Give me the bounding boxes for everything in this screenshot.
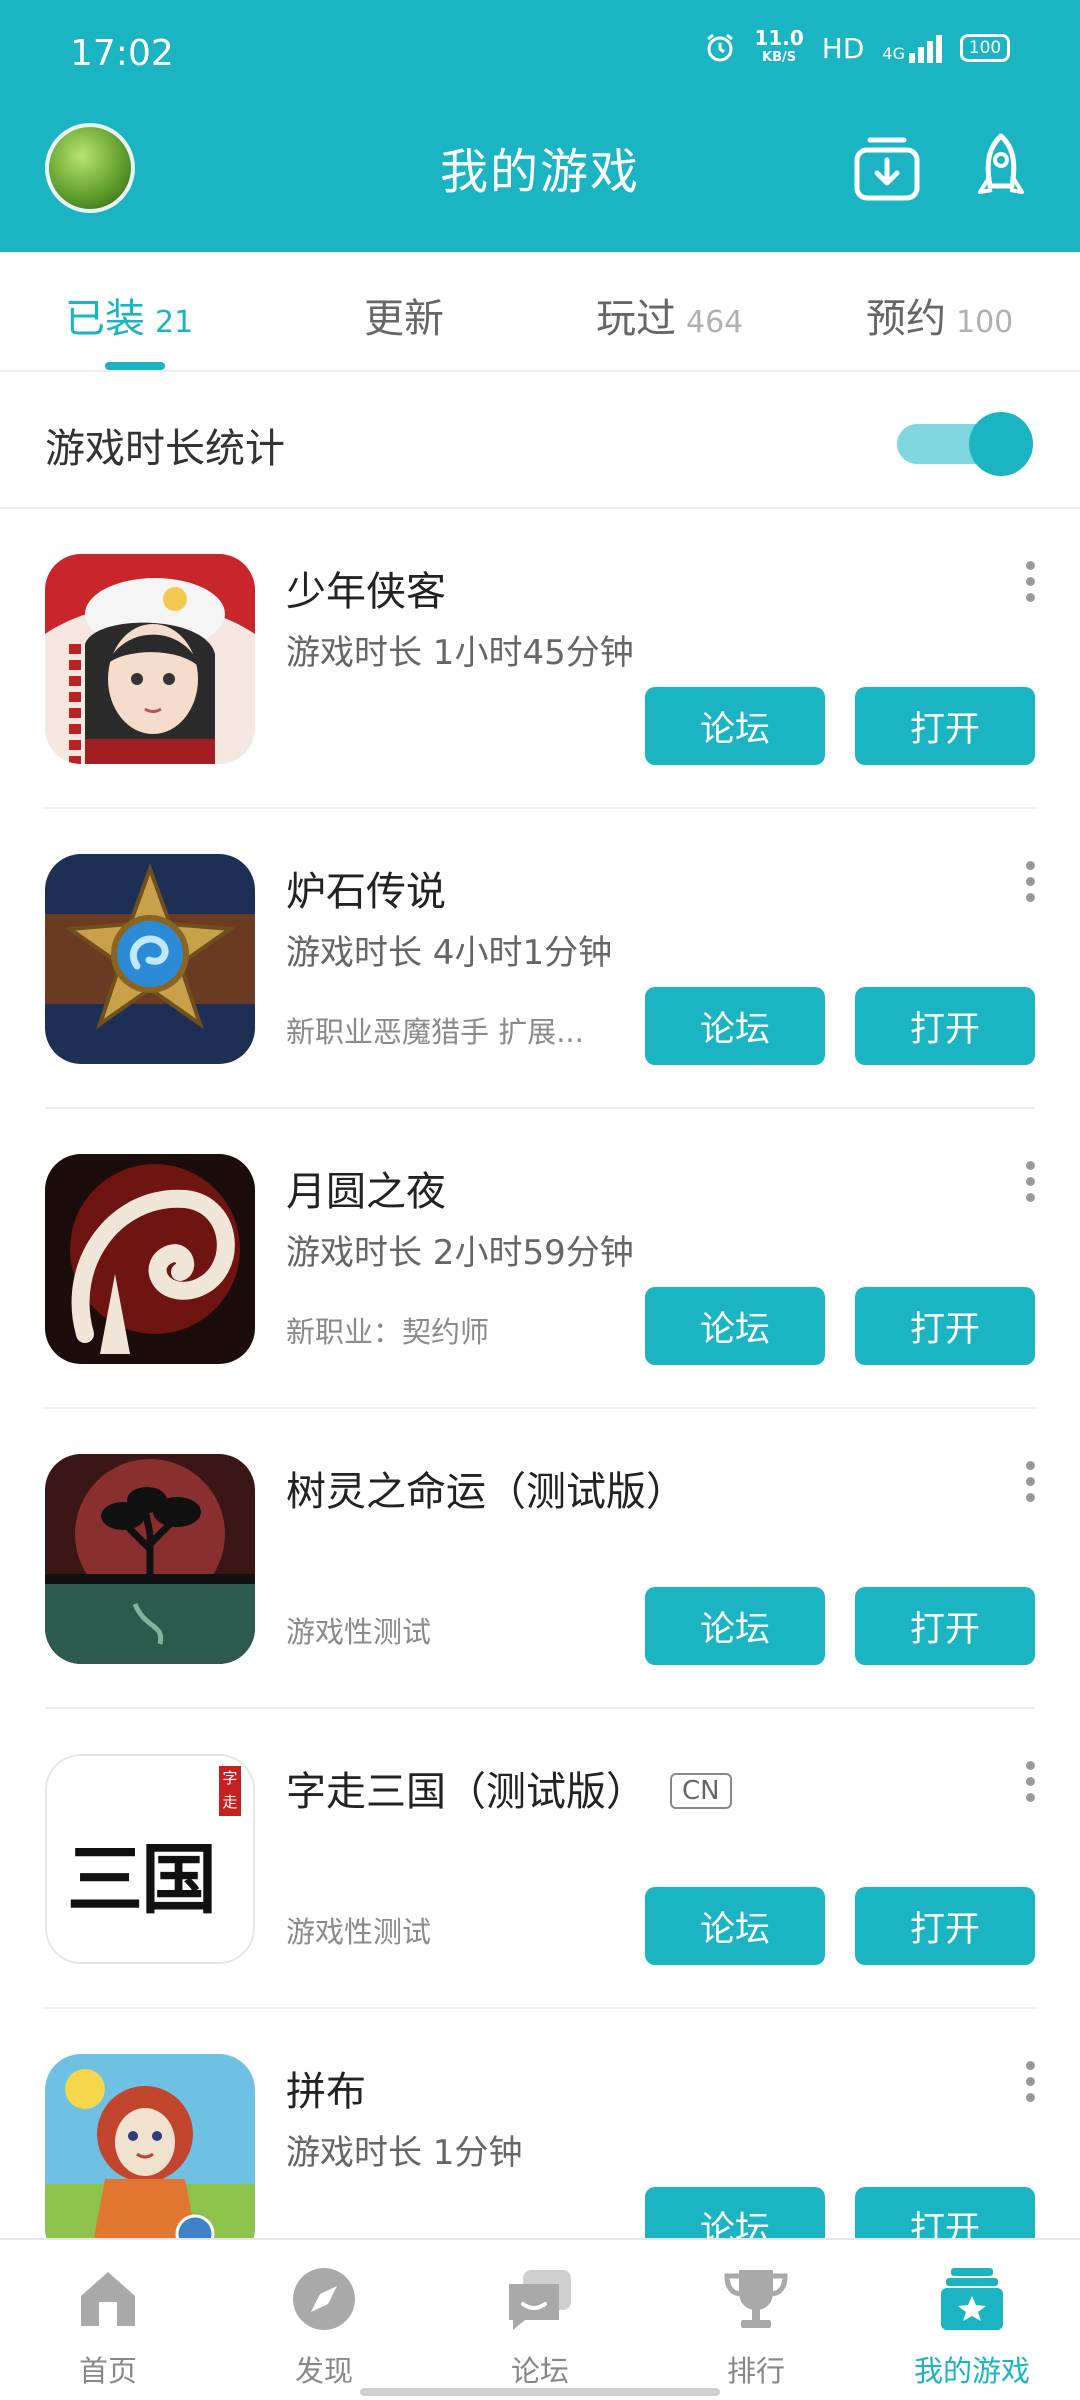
game-playtime: 游戏时长 2小时59分钟 — [286, 1233, 634, 1273]
tab-count: 21 — [155, 305, 194, 340]
tab-played[interactable]: 玩过 464 — [596, 286, 743, 344]
tab-updates[interactable]: 更新 — [364, 286, 444, 344]
rocket-icon[interactable] — [966, 132, 1036, 204]
app-header: 17:02 11.0 KB/S HD 4G 100 我的游戏 — [0, 0, 1080, 252]
net-speed: 11.0 KB/S — [754, 28, 803, 68]
forum-button[interactable]: 论坛 — [645, 687, 825, 765]
open-button[interactable]: 打开 — [855, 1287, 1035, 1365]
nav-forum[interactable]: 论坛 — [470, 2264, 610, 2390]
tab-installed[interactable]: 已装 21 — [65, 286, 193, 344]
game-name: 少年侠客 — [286, 569, 446, 615]
game-name: 月圆之夜 — [286, 1169, 446, 1215]
game-description: 新职业恶魔猎手 扩展... — [286, 1015, 584, 1049]
bottom-navigation: 首页 发现 论坛 排行 我的游戏 — [0, 2238, 1080, 2400]
game-name: 树灵之命运（测试版） — [286, 1469, 686, 1515]
game-name-text: 字走三国（测试版） — [286, 1769, 646, 1815]
open-button[interactable]: 打开 — [855, 987, 1035, 1065]
tab-label: 玩过 — [596, 296, 676, 342]
status-time: 17:02 — [70, 33, 174, 74]
download-manager-icon[interactable] — [852, 132, 922, 204]
battery-level: 100 — [968, 38, 1002, 58]
list-item: 少年侠客 游戏时长 1小时45分钟 论坛 打开 — [0, 509, 1080, 809]
open-button[interactable]: 打开 — [855, 687, 1035, 765]
hd-indicator: HD — [821, 31, 865, 65]
game-description: 游戏性测试 — [286, 1615, 432, 1649]
more-options-icon[interactable] — [1020, 1161, 1040, 1209]
list-item: 炉石传说 游戏时长 4小时1分钟 新职业恶魔猎手 扩展... 论坛 打开 — [0, 809, 1080, 1109]
forum-button[interactable]: 论坛 — [645, 1287, 825, 1365]
more-options-icon[interactable] — [1020, 861, 1040, 909]
forum-button[interactable]: 论坛 — [645, 1887, 825, 1965]
hearthstone-icon[interactable] — [45, 854, 255, 1064]
tab-indicator — [105, 362, 165, 370]
status-icons: 11.0 KB/S HD 4G 100 — [704, 28, 1010, 68]
nav-label: 发现 — [294, 2354, 353, 2388]
nav-label: 首页 — [78, 2354, 137, 2388]
game-description: 游戏性测试 — [286, 1915, 432, 1949]
nav-label: 论坛 — [510, 2354, 569, 2388]
home-icon — [81, 2272, 135, 2326]
nav-my-games[interactable]: 我的游戏 — [902, 2264, 1042, 2390]
tab-label: 预约 — [866, 296, 946, 342]
tab-count: 464 — [686, 305, 744, 340]
trophy-icon — [724, 2270, 788, 2328]
status-bar: 17:02 11.0 KB/S HD 4G 100 — [0, 0, 1080, 110]
list-item: 月圆之夜 游戏时长 2小时59分钟 新职业：契约师 论坛 打开 — [0, 1109, 1080, 1409]
forum-button[interactable]: 论坛 — [645, 987, 825, 1065]
nav-ranking[interactable]: 排行 — [686, 2264, 826, 2390]
more-options-icon[interactable] — [1020, 1761, 1040, 1809]
list-item: 树灵之命运（测试版） 游戏性测试 论坛 打开 — [0, 1409, 1080, 1709]
tab-label: 更新 — [364, 296, 444, 342]
net-speed-value: 11.0 — [754, 26, 804, 50]
game-playtime: 游戏时长 1小时45分钟 — [286, 633, 634, 673]
list-item: 三国 字走 字走三国（测试版） CN 游戏性测试 论坛 打开 — [0, 1709, 1080, 2009]
tree-spirit-icon[interactable] — [45, 1454, 255, 1664]
network-type: 4G — [882, 44, 905, 63]
region-tag: CN — [670, 1773, 732, 1809]
game-name: 炉石传说 — [286, 869, 446, 915]
sanguo-icon[interactable]: 三国 字走 — [45, 1754, 255, 1964]
open-button[interactable]: 打开 — [855, 1587, 1035, 1665]
playtime-stats-label: 游戏时长统计 — [45, 426, 285, 472]
more-options-icon[interactable] — [1020, 561, 1040, 609]
nav-label: 排行 — [726, 2354, 785, 2388]
forum-icon — [509, 2270, 571, 2330]
full-moon-night-icon[interactable] — [45, 1154, 255, 1364]
signal-icon: 4G — [882, 33, 942, 63]
home-indicator[interactable] — [360, 2388, 720, 2396]
nav-label: 我的游戏 — [913, 2354, 1030, 2388]
compass-icon — [293, 2268, 355, 2330]
net-speed-unit: KB/S — [762, 50, 797, 65]
open-button[interactable]: 打开 — [855, 1887, 1035, 1965]
game-playtime: 游戏时长 4小时1分钟 — [286, 933, 613, 973]
patchwork-icon[interactable] — [45, 2054, 255, 2264]
game-name: 拼布 — [286, 2069, 366, 2115]
alarm-icon — [707, 33, 734, 62]
more-options-icon[interactable] — [1020, 2061, 1040, 2109]
playtime-stats-toggle[interactable] — [897, 412, 1033, 476]
game-playtime: 游戏时长 1分钟 — [286, 2133, 523, 2173]
shaonian-xiake-icon[interactable] — [45, 554, 255, 764]
tab-bar: 已装 21 更新 玩过 464 预约 100 — [0, 252, 1080, 372]
game-list: 少年侠客 游戏时长 1小时45分钟 论坛 打开 炉石传说 游戏时长 4小时1分钟… — [0, 509, 1080, 2309]
nav-home[interactable]: 首页 — [38, 2264, 178, 2390]
playtime-stats-row: 游戏时长统计 — [0, 372, 1080, 509]
my-games-icon — [941, 2268, 1003, 2330]
tab-label: 已装 — [65, 296, 145, 342]
more-options-icon[interactable] — [1020, 1461, 1040, 1509]
sanguo-icon-seal: 字走 — [219, 1766, 241, 1816]
game-name: 字走三国（测试版） CN — [286, 1759, 732, 1817]
nav-discover[interactable]: 发现 — [254, 2264, 394, 2390]
tab-count: 100 — [956, 305, 1014, 340]
tab-reserved[interactable]: 预约 100 — [866, 286, 1013, 344]
forum-button[interactable]: 论坛 — [645, 1587, 825, 1665]
sanguo-icon-text: 三国 — [67, 1835, 217, 1924]
battery-icon: 100 — [960, 34, 1010, 62]
game-description: 新职业：契约师 — [286, 1315, 490, 1349]
